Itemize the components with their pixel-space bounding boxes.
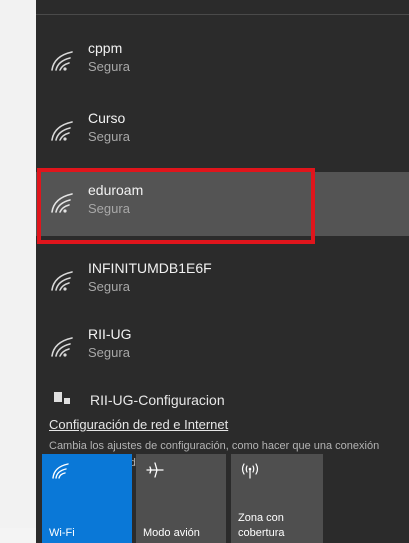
wifi-toggle-button[interactable]: Wi-Fi <box>42 454 132 543</box>
wifi-icon <box>52 463 69 479</box>
divider <box>36 14 409 15</box>
network-item-infinitum[interactable]: INFINITUMDB1E6F Segura <box>36 250 409 314</box>
ethernet-icon <box>54 392 70 404</box>
airplane-icon <box>146 462 164 478</box>
mobile-hotspot-button[interactable]: Zona con cobertura <box>231 454 323 543</box>
red-highlight-box <box>37 168 315 244</box>
network-status: Segura <box>88 345 130 360</box>
network-name: RII-UG <box>88 326 132 342</box>
wifi-signal-icon <box>51 51 73 71</box>
wifi-signal-icon <box>51 271 73 291</box>
network-flyout: cppm Segura Curso Segura eduroam Segura <box>36 0 409 543</box>
airplane-tile-label: Modo avión <box>143 527 200 539</box>
network-status: Segura <box>88 59 130 74</box>
network-item-cppm[interactable]: cppm Segura <box>36 30 409 94</box>
airplane-mode-button[interactable]: Modo avión <box>136 454 226 543</box>
network-item-rii-ug[interactable]: RII-UG Segura <box>36 316 409 380</box>
network-name: Curso <box>88 110 126 126</box>
wifi-signal-icon <box>51 337 73 357</box>
wifi-tile-label: Wi-Fi <box>49 527 75 539</box>
network-item-curso[interactable]: Curso Segura <box>36 100 409 164</box>
hotspot-tile-label: Zona con cobertura <box>238 512 285 539</box>
hotspot-icon <box>241 463 259 479</box>
network-status: Segura <box>88 129 130 144</box>
network-name: INFINITUMDB1E6F <box>88 260 212 276</box>
network-item-partial[interactable]: RII-UG-Configuracion <box>36 386 409 410</box>
network-settings-link[interactable]: Configuración de red e Internet <box>49 417 228 432</box>
network-status: Segura <box>88 279 130 294</box>
background-left-strip <box>0 0 36 543</box>
network-name: RII-UG-Configuracion <box>90 392 225 408</box>
network-name: cppm <box>88 40 123 56</box>
wifi-signal-icon <box>51 121 73 141</box>
